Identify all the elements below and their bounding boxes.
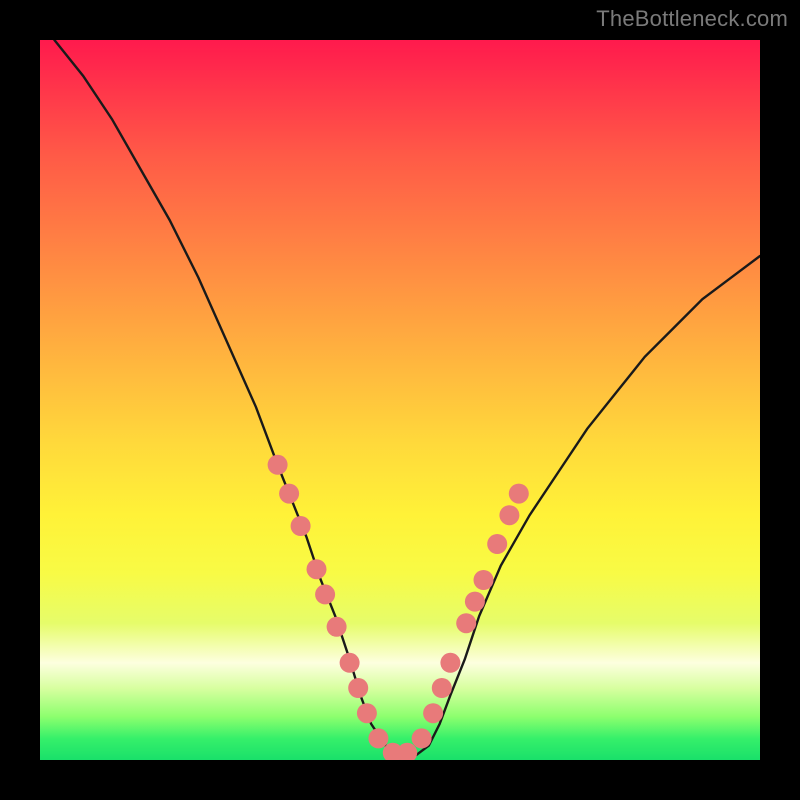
chart-svg bbox=[40, 40, 760, 760]
marker-dot bbox=[348, 678, 368, 698]
marker-dot bbox=[456, 613, 476, 633]
marker-dot bbox=[279, 484, 299, 504]
marker-dot bbox=[474, 570, 494, 590]
marker-dot bbox=[509, 484, 529, 504]
marker-dot bbox=[487, 534, 507, 554]
marker-dot bbox=[368, 728, 388, 748]
marker-dot bbox=[423, 703, 443, 723]
marker-dot bbox=[357, 703, 377, 723]
marker-dot bbox=[397, 743, 417, 760]
plot-area bbox=[40, 40, 760, 760]
marker-dot bbox=[465, 592, 485, 612]
marker-dot bbox=[432, 678, 452, 698]
marker-dot bbox=[291, 516, 311, 536]
chart-frame: TheBottleneck.com bbox=[0, 0, 800, 800]
marker-dot bbox=[412, 728, 432, 748]
marker-dot bbox=[307, 559, 327, 579]
bottleneck-curve bbox=[54, 40, 760, 756]
marker-dots-group bbox=[268, 455, 529, 760]
marker-dot bbox=[268, 455, 288, 475]
marker-dot bbox=[327, 617, 347, 637]
marker-dot bbox=[499, 505, 519, 525]
marker-dot bbox=[315, 584, 335, 604]
marker-dot bbox=[440, 653, 460, 673]
watermark-text: TheBottleneck.com bbox=[596, 6, 788, 32]
marker-dot bbox=[340, 653, 360, 673]
